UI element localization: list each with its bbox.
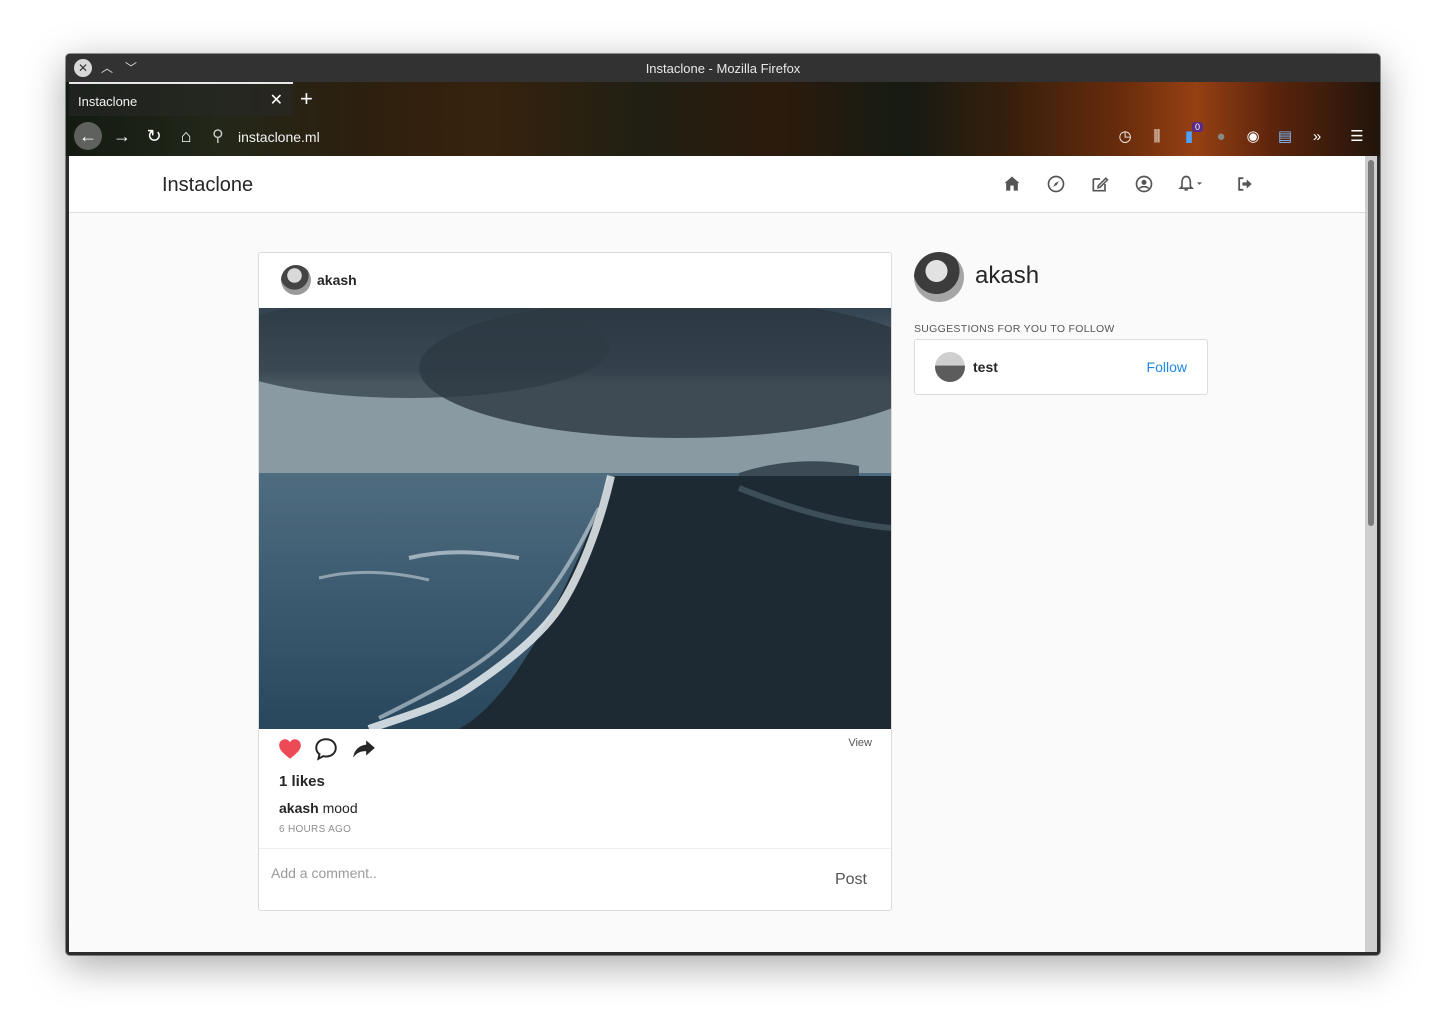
avatar[interactable] — [914, 252, 964, 302]
logout-icon[interactable] — [1235, 174, 1257, 196]
caption-text: mood — [318, 800, 358, 816]
url-bar[interactable]: instaclone.ml — [238, 129, 320, 145]
view-link[interactable]: View — [848, 737, 872, 749]
post-timestamp: 6 HOURS AGO — [279, 824, 352, 835]
follow-button[interactable]: Follow — [1147, 359, 1187, 375]
suggestion-username[interactable]: test — [973, 359, 998, 375]
avatar[interactable] — [935, 352, 965, 382]
dot-icon: ● — [1216, 128, 1226, 145]
tab-close-icon[interactable]: ✕ — [270, 90, 283, 110]
containers-icon[interactable]: ▤ — [1274, 126, 1296, 148]
history-icon[interactable]: ◷ — [1114, 126, 1136, 148]
browser-tab[interactable]: Instaclone ✕ — [69, 82, 293, 116]
caption-username[interactable]: akash — [279, 800, 319, 816]
scrollbar[interactable] — [1365, 156, 1377, 952]
edit-icon[interactable] — [1090, 174, 1112, 196]
home-icon[interactable]: ⌂ — [172, 122, 200, 150]
heart-icon[interactable] — [277, 736, 305, 764]
library-icon[interactable]: ⫼ — [1146, 126, 1168, 148]
tab-title: Instaclone — [78, 94, 138, 109]
back-arrow-icon[interactable]: ← — [74, 122, 102, 150]
nav-bar: ← → ↻ ⌂ ⚲ instaclone.ml ◷ ⫼ ▮ 0 ● ◉ ▤ » … — [66, 116, 1380, 156]
profile-icon[interactable] — [1134, 174, 1156, 196]
window-title: Instaclone - Mozilla Firefox — [645, 61, 801, 76]
post-comment-button[interactable]: Post — [835, 871, 867, 889]
share-icon[interactable] — [351, 736, 379, 764]
post-caption: akash mood — [279, 800, 358, 816]
post-image[interactable] — [259, 308, 891, 729]
likes-count[interactable]: 1 likes — [279, 773, 325, 790]
suggestions-title: SUGGESTIONS FOR YOU TO FOLLOW — [914, 323, 1115, 335]
account-icon[interactable]: ◉ — [1242, 126, 1264, 148]
menu-icon[interactable]: ☰ — [1346, 126, 1368, 148]
browser-toolbar: Instaclone ✕ + ← → ↻ ⌂ ⚲ instaclone.ml ◷… — [66, 82, 1380, 156]
overflow-icon[interactable]: » — [1306, 126, 1328, 148]
compass-icon[interactable] — [1046, 174, 1068, 196]
avatar[interactable] — [281, 265, 311, 295]
comment-input[interactable] — [271, 861, 791, 885]
reload-icon[interactable]: ↻ — [140, 122, 168, 150]
browser-window: ✕ ︿ ﹀ Instaclone - Mozilla Firefox Insta… — [66, 54, 1380, 955]
comment-icon[interactable] — [313, 736, 341, 764]
post-card: akash View 1 likes akash mood 6 HOURS AG… — [258, 252, 892, 911]
home-icon[interactable] — [1002, 174, 1024, 196]
page-viewport: Instaclone akash View 1 likes akash mood… — [69, 156, 1365, 952]
brand-logo[interactable]: Instaclone — [162, 174, 253, 197]
suggestion-item: test Follow — [914, 339, 1208, 395]
window-titlebar: ✕ ︿ ﹀ Instaclone - Mozilla Firefox — [66, 54, 1380, 82]
post-header: akash — [259, 253, 891, 308]
comment-form: Post — [259, 848, 891, 910]
extension-badge: 0 — [1192, 122, 1204, 132]
new-tab-icon[interactable]: + — [300, 86, 313, 112]
search-icon: ⚲ — [212, 128, 224, 145]
site-header: Instaclone — [69, 156, 1365, 213]
sidebar-username[interactable]: akash — [975, 262, 1039, 290]
forward-arrow-icon[interactable]: → — [108, 122, 136, 150]
post-username[interactable]: akash — [317, 272, 357, 288]
bell-icon[interactable] — [1176, 174, 1210, 196]
scrollbar-thumb[interactable] — [1368, 160, 1374, 526]
